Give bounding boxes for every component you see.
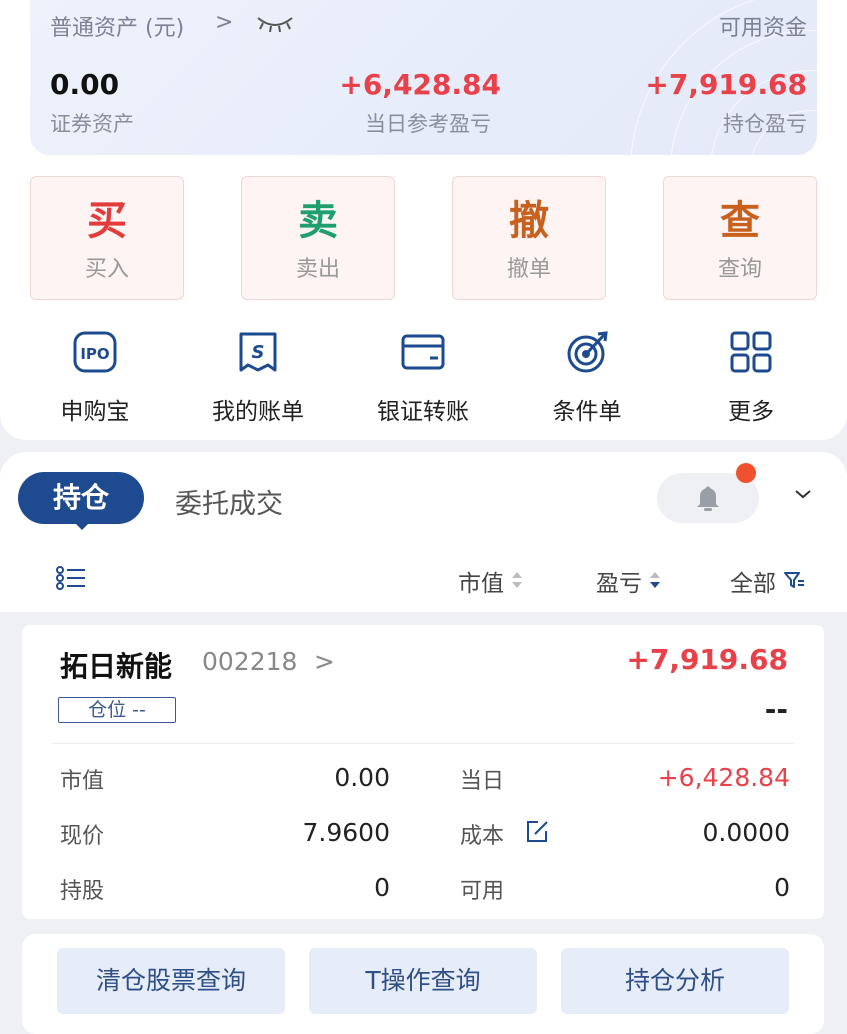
sort-market-value-label: 市值 — [458, 571, 504, 597]
tab-indicator — [72, 520, 92, 530]
tab-orders-trades[interactable]: 委托成交 — [175, 482, 283, 521]
hide-amount-eye-icon[interactable] — [255, 12, 295, 40]
market-value: 0.00 — [334, 763, 390, 792]
shares-value: 0 — [374, 873, 390, 902]
sort-desc-arrows-icon — [650, 572, 661, 588]
position-analysis-button[interactable]: 持仓分析 — [561, 948, 789, 1014]
svg-text:S: S — [252, 342, 265, 363]
buy-icon-text: 买 — [87, 198, 127, 244]
tool-ipo[interactable]: IPO 申购宝 — [25, 330, 165, 426]
tool-ipo-label: 申购宝 — [60, 399, 130, 425]
svg-text:IPO: IPO — [80, 345, 109, 363]
stock-total-pl: +7,919.68 — [626, 643, 788, 676]
tool-more-label: 更多 — [728, 399, 774, 425]
stock-detail-chevron-icon[interactable]: > — [314, 647, 335, 676]
cancel-icon-text: 撤 — [509, 198, 549, 244]
filter-icon — [784, 572, 805, 588]
sort-arrows-icon — [512, 572, 523, 588]
available-funds-label: 可用资金 — [718, 16, 807, 41]
daily-pl-label: 当日参考盈亏 — [365, 112, 491, 136]
cleared-stocks-query-button[interactable]: 清仓股票查询 — [57, 948, 285, 1014]
holding-pl-value: +7,919.68 — [645, 68, 807, 101]
notification-dot — [736, 463, 756, 483]
current-price: 7.9600 — [302, 818, 390, 847]
list-view-icon[interactable] — [55, 565, 87, 591]
tool-conditional-order-label: 条件单 — [552, 399, 622, 425]
tool-conditional-order[interactable]: 条件单 — [517, 330, 657, 426]
divider — [52, 743, 794, 744]
query-icon-text: 查 — [720, 198, 760, 244]
account-type-chevron-icon[interactable]: > — [215, 10, 233, 35]
cancel-order-button[interactable]: 撤 撤单 — [452, 176, 606, 300]
grid-icon — [730, 331, 772, 373]
sell-label: 卖出 — [295, 257, 340, 282]
asset-summary-card: 普通资产 (元) > 可用资金 0.00 证券资产 +6,428.84 当日参考… — [30, 0, 817, 155]
today-pl-value: +6,428.84 — [657, 763, 790, 792]
tool-more[interactable]: 更多 — [681, 330, 821, 426]
tool-my-bills-label: 我的账单 — [212, 399, 304, 425]
position-card[interactable]: 拓日新能 002218 > +7,919.68 仓位 -- -- 市值 0.00… — [22, 625, 824, 919]
bill-icon: S — [239, 332, 277, 372]
buy-label: 买入 — [84, 257, 129, 282]
sort-market-value[interactable]: 市值 — [458, 564, 523, 598]
holding-pl-label: 持仓盈亏 — [723, 112, 807, 136]
tool-bank-transfer-label: 银证转账 — [377, 399, 469, 425]
current-price-label: 现价 — [60, 824, 105, 849]
t-operation-query-button[interactable]: T操作查询 — [309, 948, 537, 1014]
bell-icon — [697, 486, 719, 511]
cost-label: 成本 — [460, 824, 505, 849]
stock-name: 拓日新能 — [60, 650, 173, 683]
position-ratio-badge: 仓位 -- — [58, 697, 176, 723]
wallet-icon — [401, 334, 445, 370]
securities-assets-value: 0.00 — [50, 68, 120, 101]
cost-value: 0.0000 — [702, 818, 790, 847]
sell-icon-text: 卖 — [298, 198, 338, 244]
available-shares-value: 0 — [774, 873, 790, 902]
filter-all[interactable]: 全部 — [730, 564, 805, 598]
target-icon — [567, 331, 608, 373]
daily-pl-value: +6,428.84 — [339, 68, 501, 101]
stock-pl-ratio: -- — [764, 693, 788, 726]
sell-button[interactable]: 卖 卖出 — [241, 176, 395, 300]
query-button[interactable]: 查 查询 — [663, 176, 817, 300]
tool-bank-transfer[interactable]: 银证转账 — [353, 330, 493, 426]
securities-assets-label: 证券资产 — [50, 112, 134, 136]
sort-profit-loss-label: 盈亏 — [596, 571, 642, 597]
available-shares-label: 可用 — [460, 879, 505, 904]
ipo-icon: IPO — [73, 331, 117, 373]
tool-my-bills[interactable]: S 我的账单 — [188, 330, 328, 426]
market-value-label: 市值 — [60, 769, 105, 794]
edit-cost-icon[interactable] — [524, 819, 550, 845]
account-type-label[interactable]: 普通资产 (元) — [50, 10, 184, 42]
buy-button[interactable]: 买 买入 — [30, 176, 184, 300]
query-label: 查询 — [717, 257, 762, 282]
today-pl-label: 当日 — [460, 769, 505, 794]
chevron-down-icon[interactable] — [794, 488, 812, 500]
stock-code: 002218 — [202, 647, 298, 676]
cancel-order-label: 撤单 — [506, 257, 551, 282]
filter-all-label: 全部 — [730, 571, 776, 597]
sort-profit-loss[interactable]: 盈亏 — [596, 564, 661, 598]
tab-positions[interactable]: 持仓 — [18, 472, 144, 524]
shares-label: 持股 — [60, 879, 105, 904]
